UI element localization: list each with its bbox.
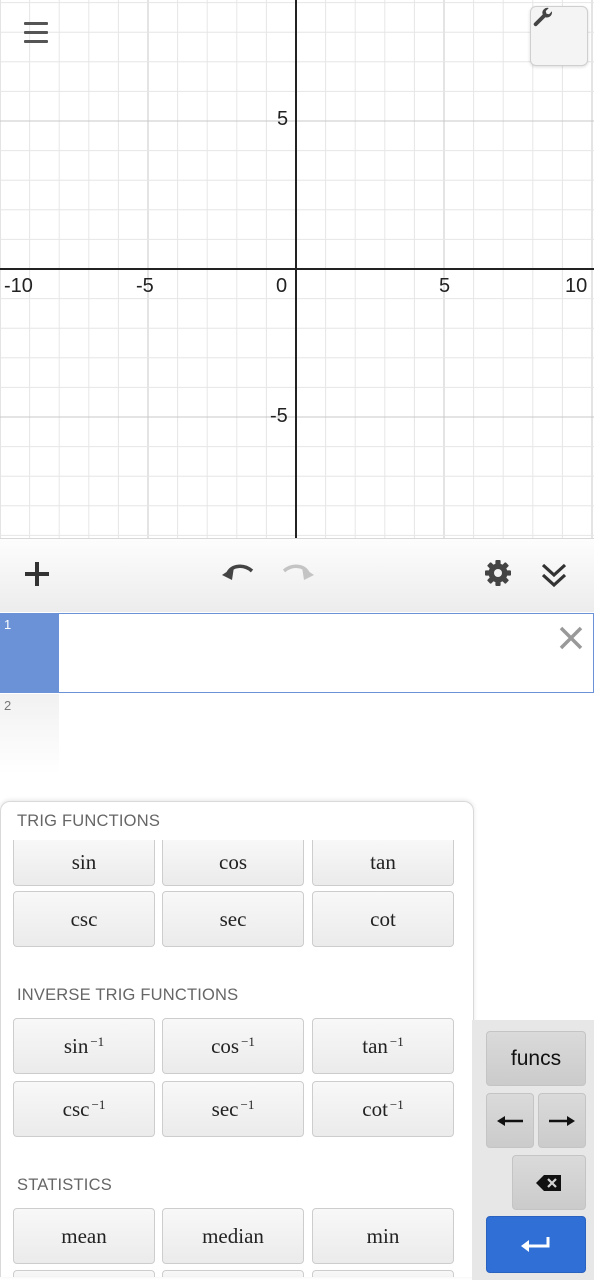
expression-tab[interactable]: 2 [0,694,59,774]
key-label: cos [219,850,247,874]
wrench-icon [533,7,553,27]
expression-row[interactable]: 2 [0,694,594,774]
grid [0,0,594,538]
key-label: tan [370,850,396,874]
partial-key[interactable] [13,1270,155,1277]
key-label: cot [370,906,396,931]
redo-button[interactable] [278,553,318,593]
key-superscript: −1 [240,1097,255,1112]
key-label: sin [63,1033,89,1058]
collapse-list-button[interactable] [534,555,574,595]
section-heading-statistics: STATISTICS [17,1176,112,1194]
key-label: cos [211,1033,240,1058]
y-tick-label: 5 [277,108,289,130]
key-superscript: −1 [90,1034,105,1049]
redo-icon [282,564,314,580]
key-label: cot [362,1096,388,1121]
expression-toolbar [0,538,594,613]
expression-settings-button[interactable] [478,553,518,593]
key-label: median [202,1223,264,1248]
cos-key[interactable]: cos [162,840,304,886]
close-icon [559,626,583,650]
expression-tab[interactable]: 1 [0,613,59,693]
double-chevron-down-icon [541,563,567,588]
tan-key[interactable]: tan [312,840,454,886]
x-tick-label: -10 [4,275,33,297]
partial-key[interactable] [312,1270,454,1277]
expression-index: 2 [4,698,12,713]
expression-input[interactable] [59,613,594,693]
key-superscript: −1 [389,1034,404,1049]
arctan-key[interactable]: tan −1 [312,1018,454,1074]
key-superscript: −1 [241,1034,255,1049]
enter-key[interactable] [486,1216,586,1273]
key-label: sec [219,906,247,931]
left-arrow-key[interactable] [486,1093,534,1148]
key-superscript: −1 [91,1097,106,1112]
graph-canvas[interactable]: -10 -5 0 5 10 5 -5 [0,0,594,538]
section-heading-trig: TRIG FUNCTIONS [17,812,161,830]
expression-list: 1 2 [0,612,594,802]
right-arrow-key[interactable] [538,1093,586,1148]
x-tick-label: 10 [565,275,588,297]
arccot-key[interactable]: cot −1 [312,1081,454,1137]
backspace-icon [536,1174,561,1191]
hamburger-menu-icon[interactable] [20,18,52,50]
plus-icon [25,562,49,586]
arcsec-key[interactable]: sec −1 [162,1081,304,1137]
key-label: tan [362,1033,388,1058]
arccos-key[interactable]: cos −1 [162,1018,304,1074]
mean-key[interactable]: mean [13,1208,155,1264]
key-label: mean [61,1223,107,1248]
backspace-key[interactable] [512,1155,586,1210]
x-tick-label: 5 [439,275,451,297]
key-superscript: −1 [389,1097,404,1112]
sec-key[interactable]: sec [162,891,304,947]
min-key[interactable]: min [312,1208,454,1264]
expression-index: 1 [4,617,12,632]
funcs-key-label: funcs [510,1046,562,1070]
partial-key[interactable] [162,1270,304,1277]
add-expression-button[interactable] [17,554,57,594]
expression-row[interactable]: 1 [0,613,594,693]
median-key[interactable]: median [162,1208,304,1264]
key-label: sin [71,850,97,874]
enter-icon [521,1236,550,1252]
x-tick-label: 0 [276,275,288,297]
funcs-key[interactable]: funcs [486,1031,586,1086]
key-label: sec [211,1096,239,1121]
arrow-left-icon [497,1115,523,1126]
x-tick-label: -5 [136,275,154,297]
delete-expression-button[interactable] [556,623,586,653]
csc-key[interactable]: csc [13,891,155,947]
key-label: csc [70,906,98,931]
cot-key[interactable]: cot [312,891,454,947]
sin-key[interactable]: sin [13,840,155,886]
graph-settings-button[interactable] [530,6,588,66]
key-label: min [366,1223,400,1248]
arcsin-key[interactable]: sin −1 [13,1018,155,1074]
section-heading-inverse-trig: INVERSE TRIG FUNCTIONS [17,986,239,1004]
functions-panel: TRIG FUNCTIONS sin cos tan csc sec cot I… [0,801,474,1277]
arccsc-key[interactable]: csc −1 [13,1081,155,1137]
arrow-right-icon [549,1115,575,1126]
undo-button[interactable] [218,553,258,593]
undo-icon [222,564,254,580]
key-label: csc [62,1096,90,1121]
y-tick-label: -5 [270,405,288,427]
gear-icon [485,560,511,586]
